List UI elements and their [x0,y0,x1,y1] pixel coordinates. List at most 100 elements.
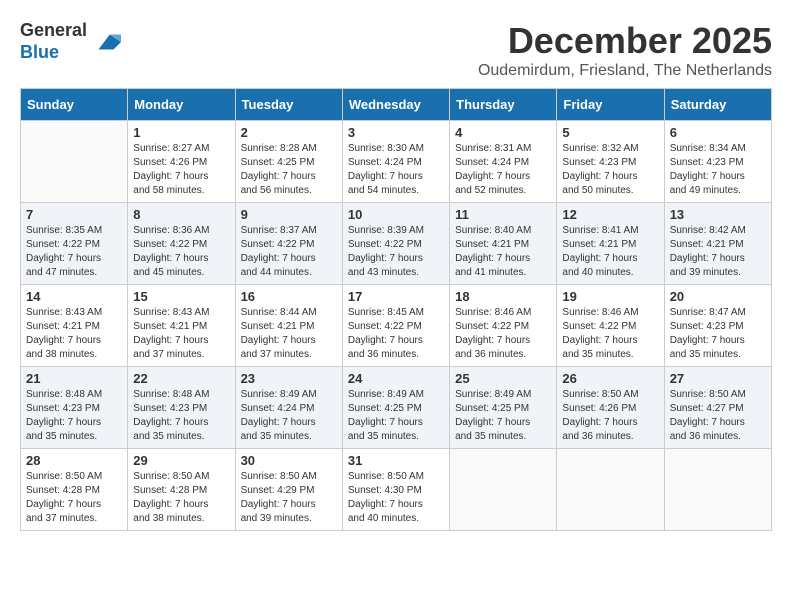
logo: General Blue [20,20,121,63]
day-number: 8 [133,207,229,222]
calendar-cell: 8Sunrise: 8:36 AMSunset: 4:22 PMDaylight… [128,203,235,285]
calendar-cell [21,121,128,203]
day-info: Sunrise: 8:42 AMSunset: 4:21 PMDaylight:… [670,224,766,280]
day-info: Sunrise: 8:49 AMSunset: 4:25 PMDaylight:… [455,388,551,444]
day-number: 3 [348,125,444,140]
calendar-header-row: SundayMondayTuesdayWednesdayThursdayFrid… [21,89,772,121]
day-info: Sunrise: 8:28 AMSunset: 4:25 PMDaylight:… [241,142,337,198]
header-sunday: Sunday [21,89,128,121]
day-number: 21 [26,371,122,386]
day-number: 18 [455,289,551,304]
header-monday: Monday [128,89,235,121]
day-number: 23 [241,371,337,386]
day-info: Sunrise: 8:27 AMSunset: 4:26 PMDaylight:… [133,142,229,198]
calendar-cell: 22Sunrise: 8:48 AMSunset: 4:23 PMDayligh… [128,367,235,449]
calendar-cell: 16 Sunrise: 8:44 AMSunset: 4:21 PMDayligh… [235,285,342,367]
day-info: Sunrise: 8:49 AMSunset: 4:25 PMDaylight:… [348,388,444,444]
day-info: Sunrise: 8:50 AMSunset: 4:27 PMDaylight:… [670,388,766,444]
day-number: 13 [670,207,766,222]
calendar-cell: 30Sunrise: 8:50 AMSunset: 4:29 PMDayligh… [235,449,342,531]
day-number: 16 [241,289,337,304]
day-info: Sunrise: 8:50 AMSunset: 4:28 PMDaylight:… [26,470,122,526]
calendar-cell [450,449,557,531]
calendar-week-row: 1 Sunrise: 8:27 AMSunset: 4:26 PMDaylight… [21,121,772,203]
day-number: 27 [670,371,766,386]
day-info: Sunrise: 8:45 AMSunset: 4:22 PMDaylight:… [348,306,444,362]
calendar-cell: 18 Sunrise: 8:46 AMSunset: 4:22 PMDayligh… [450,285,557,367]
day-info: Sunrise: 8:46 AMSunset: 4:22 PMDaylight:… [562,306,658,362]
day-number: 6 [670,125,766,140]
day-info: Sunrise: 8:48 AMSunset: 4:23 PMDaylight:… [26,388,122,444]
day-number: 7 [26,207,122,222]
day-number: 4 [455,125,551,140]
calendar-week-row: 7 Sunrise: 8:35 AMSunset: 4:22 PMDaylight… [21,203,772,285]
header-thursday: Thursday [450,89,557,121]
calendar-cell: 24 Sunrise: 8:49 AMSunset: 4:25 PMDayligh… [342,367,449,449]
day-number: 1 [133,125,229,140]
logo-general: General [20,20,87,40]
calendar-cell [557,449,664,531]
calendar-cell: 29 Sunrise: 8:50 AMSunset: 4:28 PMDayligh… [128,449,235,531]
title-area: December 2025 Oudemirdum, Friesland, The… [478,20,772,80]
day-number: 29 [133,453,229,468]
day-info: Sunrise: 8:31 AMSunset: 4:24 PMDaylight:… [455,142,551,198]
calendar-cell: 13 Sunrise: 8:42 AMSunset: 4:21 PMDayligh… [664,203,771,285]
day-info: Sunrise: 8:44 AMSunset: 4:21 PMDaylight:… [241,306,337,362]
logo-blue: Blue [20,42,59,62]
day-info: Sunrise: 8:34 AMSunset: 4:23 PMDaylight:… [670,142,766,198]
calendar-cell: 11Sunrise: 8:40 AMSunset: 4:21 PMDayligh… [450,203,557,285]
calendar-cell: 15 Sunrise: 8:43 AMSunset: 4:21 PMDayligh… [128,285,235,367]
calendar-cell: 25Sunrise: 8:49 AMSunset: 4:25 PMDayligh… [450,367,557,449]
day-info: Sunrise: 8:32 AMSunset: 4:23 PMDaylight:… [562,142,658,198]
day-number: 31 [348,453,444,468]
calendar-week-row: 14 Sunrise: 8:43 AMSunset: 4:21 PMDayligh… [21,285,772,367]
day-info: Sunrise: 8:43 AMSunset: 4:21 PMDaylight:… [26,306,122,362]
day-number: 19 [562,289,658,304]
day-info: Sunrise: 8:43 AMSunset: 4:21 PMDaylight:… [133,306,229,362]
day-number: 14 [26,289,122,304]
month-title: December 2025 [478,20,772,62]
logo-icon [91,27,121,57]
header-saturday: Saturday [664,89,771,121]
calendar-cell: 28Sunrise: 8:50 AMSunset: 4:28 PMDayligh… [21,449,128,531]
day-info: Sunrise: 8:37 AMSunset: 4:22 PMDaylight:… [241,224,337,280]
day-number: 9 [241,207,337,222]
day-info: Sunrise: 8:50 AMSunset: 4:28 PMDaylight:… [133,470,229,526]
day-number: 5 [562,125,658,140]
calendar-cell: 21 Sunrise: 8:48 AMSunset: 4:23 PMDayligh… [21,367,128,449]
day-number: 24 [348,371,444,386]
calendar-cell: 5 Sunrise: 8:32 AMSunset: 4:23 PMDaylight… [557,121,664,203]
calendar-cell [664,449,771,531]
day-info: Sunrise: 8:50 AMSunset: 4:26 PMDaylight:… [562,388,658,444]
day-info: Sunrise: 8:47 AMSunset: 4:23 PMDaylight:… [670,306,766,362]
day-info: Sunrise: 8:46 AMSunset: 4:22 PMDaylight:… [455,306,551,362]
day-number: 2 [241,125,337,140]
calendar-cell: 17 Sunrise: 8:45 AMSunset: 4:22 PMDayligh… [342,285,449,367]
calendar-cell: 3 Sunrise: 8:30 AMSunset: 4:24 PMDaylight… [342,121,449,203]
location-title: Oudemirdum, Friesland, The Netherlands [478,62,772,80]
day-number: 26 [562,371,658,386]
day-number: 15 [133,289,229,304]
calendar-cell: 1 Sunrise: 8:27 AMSunset: 4:26 PMDaylight… [128,121,235,203]
day-info: Sunrise: 8:39 AMSunset: 4:22 PMDaylight:… [348,224,444,280]
calendar-cell: 9 Sunrise: 8:37 AMSunset: 4:22 PMDaylight… [235,203,342,285]
calendar-cell: 27 Sunrise: 8:50 AMSunset: 4:27 PMDayligh… [664,367,771,449]
header-wednesday: Wednesday [342,89,449,121]
day-number: 12 [562,207,658,222]
header-tuesday: Tuesday [235,89,342,121]
day-info: Sunrise: 8:35 AMSunset: 4:22 PMDaylight:… [26,224,122,280]
header: General Blue December 2025 Oudemirdum, F… [20,20,772,80]
day-number: 11 [455,207,551,222]
day-number: 22 [133,371,229,386]
calendar-cell: 23 Sunrise: 8:49 AMSunset: 4:24 PMDayligh… [235,367,342,449]
calendar-cell: 19 Sunrise: 8:46 AMSunset: 4:22 PMDayligh… [557,285,664,367]
day-number: 17 [348,289,444,304]
calendar-week-row: 28Sunrise: 8:50 AMSunset: 4:28 PMDayligh… [21,449,772,531]
day-info: Sunrise: 8:30 AMSunset: 4:24 PMDaylight:… [348,142,444,198]
calendar-cell: 12Sunrise: 8:41 AMSunset: 4:21 PMDayligh… [557,203,664,285]
calendar-cell: 7 Sunrise: 8:35 AMSunset: 4:22 PMDaylight… [21,203,128,285]
day-info: Sunrise: 8:49 AMSunset: 4:24 PMDaylight:… [241,388,337,444]
day-info: Sunrise: 8:50 AMSunset: 4:29 PMDaylight:… [241,470,337,526]
day-number: 10 [348,207,444,222]
calendar-cell: 26 Sunrise: 8:50 AMSunset: 4:26 PMDayligh… [557,367,664,449]
